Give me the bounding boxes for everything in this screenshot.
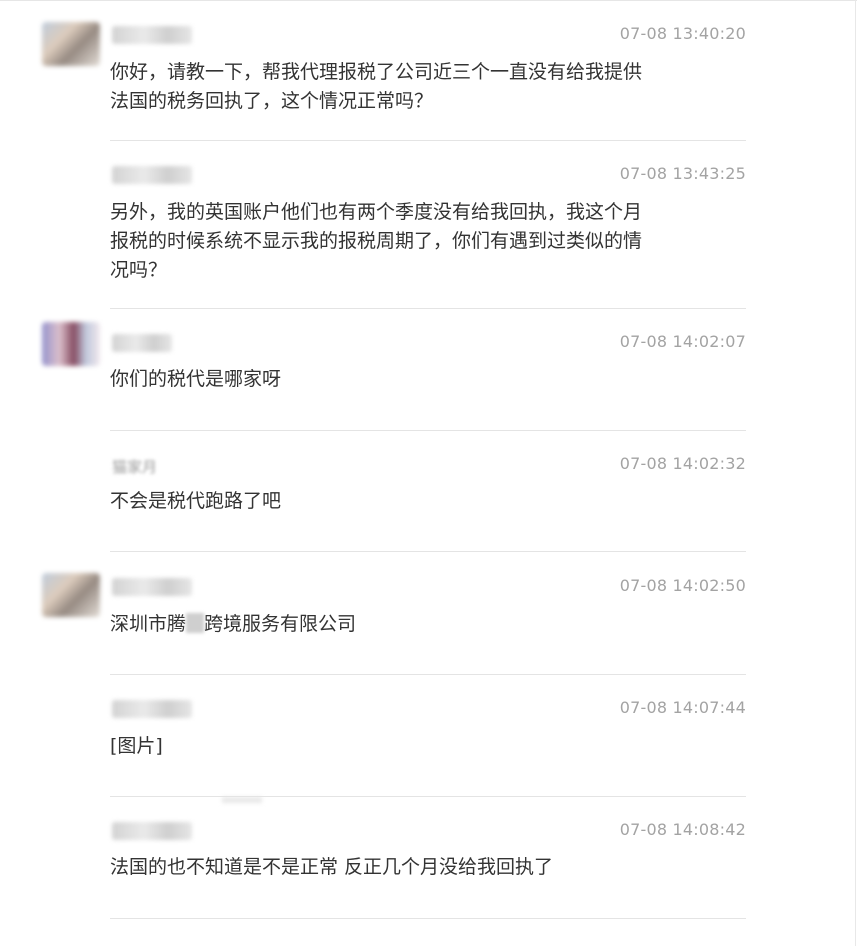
message-divider bbox=[110, 308, 746, 309]
message-timestamp: 07-08 14:08:42 bbox=[619, 820, 746, 839]
message-divider bbox=[110, 140, 746, 141]
message-divider bbox=[110, 551, 746, 552]
message-timestamp: 07-08 14:02:32 bbox=[619, 454, 746, 473]
message-divider bbox=[110, 430, 746, 431]
redaction-mask bbox=[186, 613, 205, 633]
username-redacted[interactable] bbox=[112, 166, 192, 184]
company-name-start: 深圳市腾 bbox=[110, 613, 187, 635]
company-name-end: 跨境服务有限公司 bbox=[204, 613, 357, 635]
message-divider bbox=[110, 918, 746, 919]
redaction-smudge bbox=[222, 797, 262, 803]
user-avatar-icon[interactable] bbox=[42, 322, 100, 366]
message-text: 法国的也不知道是不是正常 反正几个月没给我回执了 bbox=[110, 856, 554, 878]
username-redacted[interactable] bbox=[112, 334, 172, 352]
message-text: 深圳市腾 跨境服务有限公司 bbox=[110, 610, 730, 639]
username-redacted[interactable]: 猫家月 bbox=[112, 456, 174, 474]
message-text: 不会是税代跑路了吧 bbox=[110, 490, 282, 512]
username-redacted[interactable] bbox=[112, 26, 192, 44]
username-redacted[interactable] bbox=[112, 700, 192, 718]
message-timestamp: 07-08 13:40:20 bbox=[619, 24, 746, 43]
message-divider bbox=[110, 674, 746, 675]
image-attachment-link[interactable]: [图片] bbox=[110, 732, 730, 761]
message-timestamp: 07-08 14:02:07 bbox=[619, 332, 746, 351]
message-text: 另外，我的英国账户他们也有两个季度没有给我回执，我这个月 报税的时候系统不显示我… bbox=[110, 201, 643, 281]
user-avatar-icon[interactable] bbox=[42, 573, 100, 617]
message-divider bbox=[110, 796, 746, 797]
username-redacted[interactable] bbox=[112, 578, 192, 596]
user-avatar-icon[interactable] bbox=[42, 22, 100, 66]
username-redacted[interactable] bbox=[112, 822, 192, 840]
right-border bbox=[855, 0, 856, 946]
message-timestamp: 07-08 14:02:50 bbox=[619, 576, 746, 595]
message-timestamp: 07-08 13:43:25 bbox=[619, 164, 746, 183]
message-text: 你们的税代是哪家呀 bbox=[110, 368, 282, 390]
top-border bbox=[0, 0, 857, 1]
message-text: 你好，请教一下，帮我代理报税了公司近三个一直没有给我提供 法国的税务回执了，这个… bbox=[110, 61, 643, 112]
message-timestamp: 07-08 14:07:44 bbox=[619, 698, 746, 717]
